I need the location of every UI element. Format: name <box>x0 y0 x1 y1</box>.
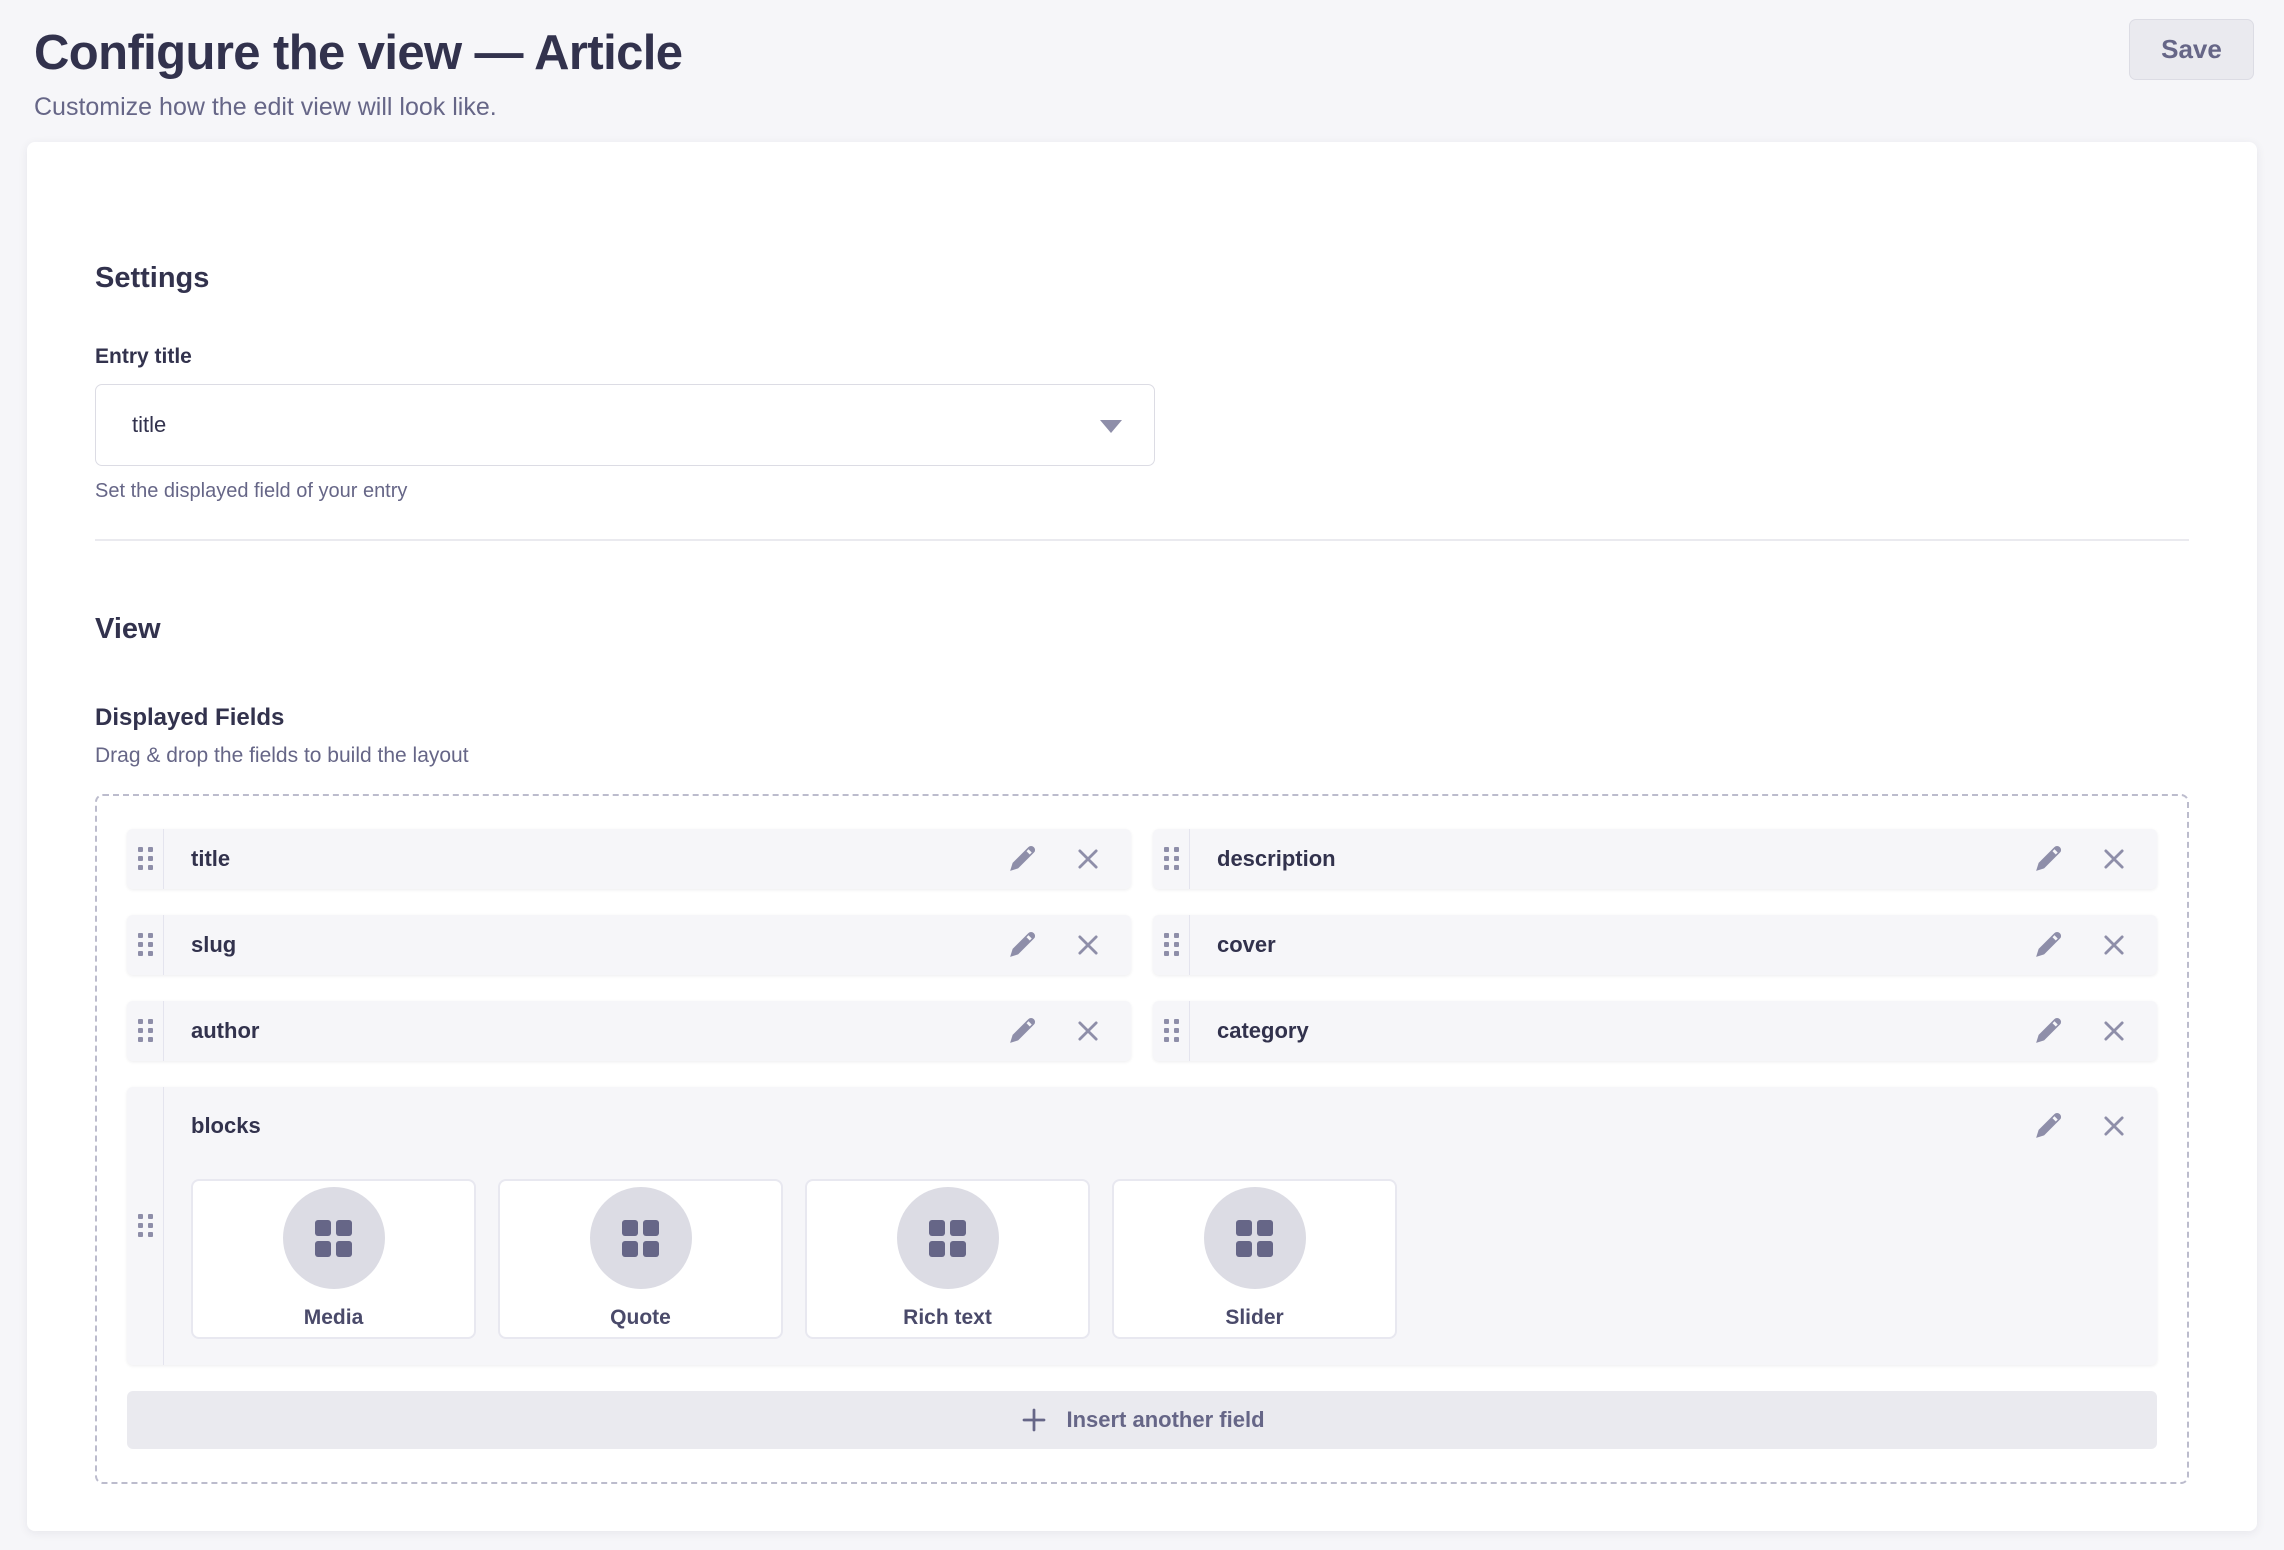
component-grid-icon <box>1236 1220 1273 1257</box>
six-dots-drag-icon <box>138 1019 153 1042</box>
remove-field-button[interactable] <box>2099 1111 2129 1141</box>
drag-handle[interactable] <box>127 829 164 889</box>
component-card-slider[interactable]: Slider <box>1112 1179 1397 1339</box>
field-row-label: slug <box>191 932 236 958</box>
six-dots-drag-icon <box>1164 1019 1179 1042</box>
field-row-category: category <box>1153 1001 2157 1061</box>
component-grid-icon <box>315 1220 352 1257</box>
pencil-icon <box>1007 1016 1037 1046</box>
field-row-description: description <box>1153 829 2157 889</box>
six-dots-drag-icon <box>1164 933 1179 956</box>
edit-field-button[interactable] <box>2033 1016 2063 1046</box>
six-dots-drag-icon <box>138 1214 153 1237</box>
entry-title-hint: Set the displayed field of your entry <box>95 480 1155 503</box>
field-row-author: author <box>127 1001 1131 1061</box>
component-icon-circle <box>1204 1187 1306 1289</box>
blocks-content: blocks Media Quote <box>164 1087 2157 1365</box>
close-icon <box>2100 1112 2128 1140</box>
pencil-icon <box>1007 930 1037 960</box>
component-icon-circle <box>590 1187 692 1289</box>
entry-title-select-value: title <box>132 412 166 438</box>
view-section-heading: View <box>95 613 2189 646</box>
component-grid-icon <box>622 1220 659 1257</box>
edit-field-button[interactable] <box>1007 844 1037 874</box>
field-row-blocks: blocks Media Quote <box>127 1087 2157 1365</box>
component-card-media[interactable]: Media <box>191 1179 476 1339</box>
field-row-title: title <box>127 829 1131 889</box>
insert-another-field-button[interactable]: Insert another field <box>127 1391 2157 1449</box>
six-dots-drag-icon <box>1164 847 1179 870</box>
drag-handle[interactable] <box>1153 915 1190 975</box>
settings-section-heading: Settings <box>95 262 2189 295</box>
fields-dropzone: title description slug cover <box>95 794 2189 1484</box>
edit-field-button[interactable] <box>1007 1016 1037 1046</box>
close-icon <box>2100 845 2128 873</box>
field-row-label: description <box>1217 846 1336 872</box>
component-label: Slider <box>1225 1306 1283 1330</box>
close-icon <box>2100 931 2128 959</box>
edit-field-button[interactable] <box>2033 1111 2063 1141</box>
close-icon <box>2100 1017 2128 1045</box>
edit-field-button[interactable] <box>2033 930 2063 960</box>
remove-field-button[interactable] <box>2099 1016 2129 1046</box>
close-icon <box>1074 931 1102 959</box>
field-row-label: author <box>191 1018 259 1044</box>
drag-handle[interactable] <box>127 1087 164 1365</box>
pencil-icon <box>2033 1111 2063 1141</box>
insert-another-field-label: Insert another field <box>1066 1407 1264 1433</box>
edit-field-button[interactable] <box>1007 930 1037 960</box>
components-list: Media Quote Rich text Slider <box>191 1179 2129 1339</box>
displayed-fields-hint: Drag & drop the fields to build the layo… <box>95 744 2189 768</box>
component-label: Rich text <box>903 1306 992 1330</box>
page-title: Configure the view — Article <box>34 24 2254 83</box>
field-row-cover: cover <box>1153 915 2157 975</box>
component-label: Media <box>304 1306 364 1330</box>
drag-handle[interactable] <box>127 915 164 975</box>
remove-field-button[interactable] <box>2099 930 2129 960</box>
component-icon-circle <box>283 1187 385 1289</box>
component-card-rich-text[interactable]: Rich text <box>805 1179 1090 1339</box>
drag-handle[interactable] <box>127 1001 164 1061</box>
save-button[interactable]: Save <box>2129 19 2254 80</box>
component-grid-icon <box>929 1220 966 1257</box>
pencil-icon <box>2033 844 2063 874</box>
chevron-down-icon <box>1100 420 1122 433</box>
remove-field-button[interactable] <box>1073 1016 1103 1046</box>
remove-field-button[interactable] <box>2099 844 2129 874</box>
plus-icon <box>1019 1405 1049 1435</box>
drag-handle[interactable] <box>1153 829 1190 889</box>
page-subtitle: Customize how the edit view will look li… <box>34 93 2254 122</box>
six-dots-drag-icon <box>138 847 153 870</box>
six-dots-drag-icon <box>138 933 153 956</box>
configuration-card: Settings Entry title title Set the displ… <box>27 142 2257 1531</box>
remove-field-button[interactable] <box>1073 930 1103 960</box>
remove-field-button[interactable] <box>1073 844 1103 874</box>
close-icon <box>1074 1017 1102 1045</box>
displayed-fields-heading: Displayed Fields <box>95 704 2189 732</box>
close-icon <box>1074 845 1102 873</box>
edit-field-button[interactable] <box>2033 844 2063 874</box>
pencil-icon <box>2033 1016 2063 1046</box>
section-divider <box>95 539 2189 541</box>
field-row-label: title <box>191 846 230 872</box>
field-row-slug: slug <box>127 915 1131 975</box>
field-row-label: blocks <box>191 1113 261 1139</box>
component-label: Quote <box>610 1306 671 1330</box>
field-row-label: category <box>1217 1018 1309 1044</box>
field-row-label: cover <box>1217 932 1276 958</box>
drag-handle[interactable] <box>1153 1001 1190 1061</box>
entry-title-label: Entry title <box>95 345 1155 369</box>
entry-title-form-group: Entry title title Set the displayed fiel… <box>95 345 1155 503</box>
entry-title-select[interactable]: title <box>95 384 1155 466</box>
component-card-quote[interactable]: Quote <box>498 1179 783 1339</box>
pencil-icon <box>1007 844 1037 874</box>
pencil-icon <box>2033 930 2063 960</box>
component-icon-circle <box>897 1187 999 1289</box>
page-header: Configure the view — Article Customize h… <box>0 0 2284 122</box>
